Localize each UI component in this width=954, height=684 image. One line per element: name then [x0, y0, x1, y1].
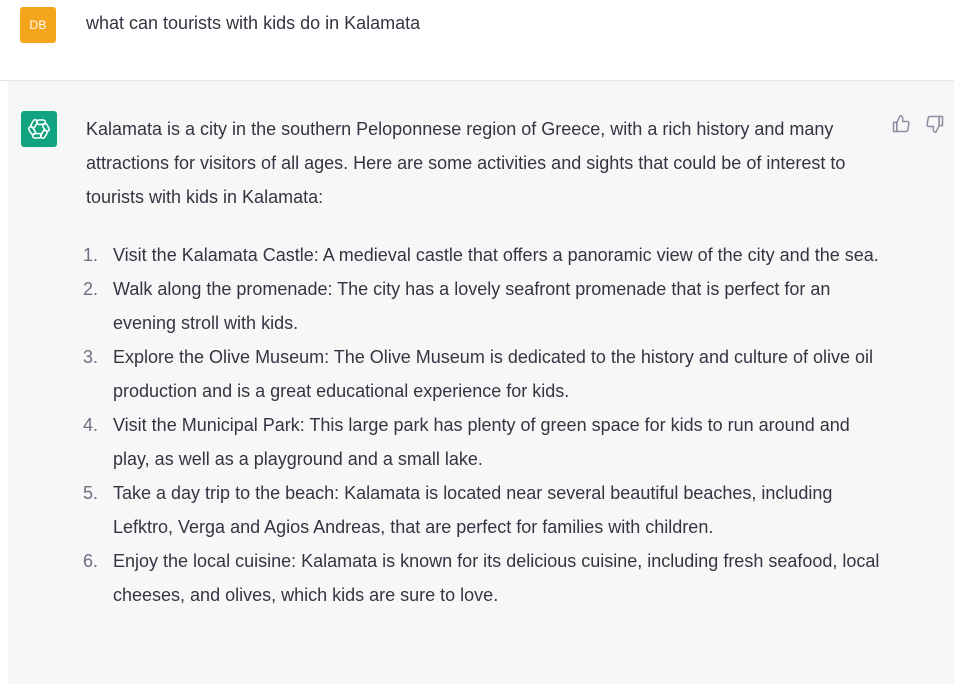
- list-item: 3. Explore the Olive Museum: The Olive M…: [83, 340, 886, 408]
- answer-intro: Kalamata is a city in the southern Pelop…: [86, 119, 846, 207]
- user-message-text: what can tourists with kids do in Kalama…: [86, 13, 421, 33]
- user-avatar: DB: [20, 7, 56, 43]
- list-item-number: 4.: [83, 415, 99, 435]
- assistant-message-body: Kalamata is a city in the southern Pelop…: [83, 112, 886, 612]
- list-item-number: 5.: [83, 483, 99, 503]
- assistant-message-row: Kalamata is a city in the southern Pelop…: [8, 81, 954, 684]
- assistant-avatar: [21, 111, 57, 147]
- activity-list: 1. Visit the Kalamata Castle: A medieval…: [83, 238, 886, 612]
- list-item-text: Take a day trip to the beach: Kalamata i…: [113, 483, 833, 537]
- thumbs-up-icon[interactable]: [891, 113, 911, 135]
- list-item-number: 6.: [83, 551, 99, 571]
- openai-logo-icon: [28, 118, 50, 140]
- list-item-text: Visit the Municipal Park: This large par…: [113, 415, 850, 469]
- list-item: 5. Take a day trip to the beach: Kalamat…: [83, 476, 886, 544]
- list-item-number: 2.: [83, 279, 99, 299]
- list-item-text: Explore the Olive Museum: The Olive Muse…: [113, 347, 874, 401]
- list-item-text: Walk along the promenade: The city has a…: [113, 279, 831, 333]
- feedback-buttons: [891, 113, 945, 135]
- list-item: 6. Enjoy the local cuisine: Kalamata is …: [83, 544, 886, 612]
- list-item-number: 3.: [83, 347, 99, 367]
- list-item: 4. Visit the Municipal Park: This large …: [83, 408, 886, 476]
- list-item: 2. Walk along the promenade: The city ha…: [83, 272, 886, 340]
- list-item-text: Enjoy the local cuisine: Kalamata is kno…: [113, 551, 880, 605]
- user-message-row: DB what can tourists with kids do in Kal…: [0, 0, 954, 81]
- list-item-number: 1.: [83, 245, 99, 265]
- list-item: 1. Visit the Kalamata Castle: A medieval…: [83, 238, 886, 272]
- list-item-text: Visit the Kalamata Castle: A medieval ca…: [113, 245, 879, 265]
- thumbs-down-icon[interactable]: [925, 113, 945, 135]
